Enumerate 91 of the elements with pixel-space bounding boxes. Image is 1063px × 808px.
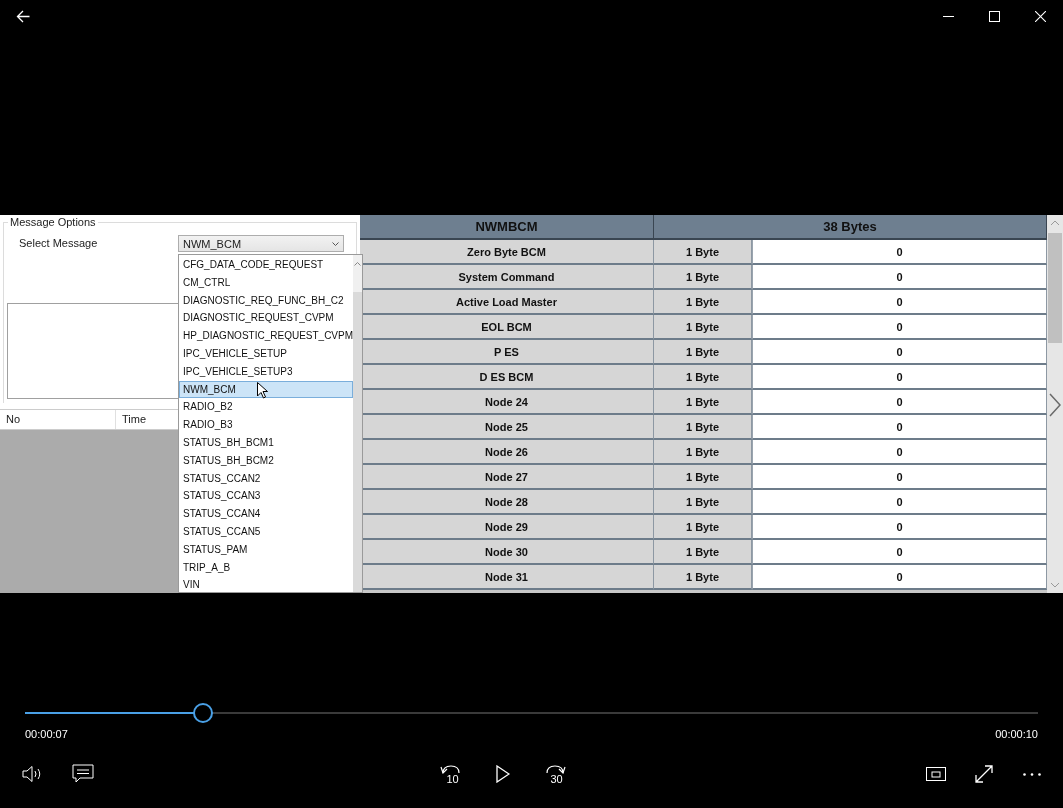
cursor-icon	[257, 381, 268, 399]
column-header: 38 Bytes	[654, 215, 1047, 240]
field-name-cell: Node 26	[360, 440, 654, 465]
chevron-down-icon	[332, 241, 339, 246]
field-value-cell[interactable]: 0	[752, 290, 1047, 315]
rewind-arrow-icon	[439, 763, 462, 774]
forward-arrow-icon	[543, 763, 566, 774]
field-size-cell: 1 Byte	[654, 540, 752, 565]
field-size-cell: 1 Byte	[654, 490, 752, 515]
field-size-cell: 1 Byte	[654, 390, 752, 415]
seek-bar-thumb[interactable]	[193, 703, 214, 723]
dropdown-option[interactable]: RADIO_B2	[179, 398, 354, 417]
dropdown-option[interactable]: HP_DIAGNOSTIC_REQUEST_CVPM	[179, 327, 354, 345]
chevron-up-icon	[354, 261, 361, 266]
field-size-cell: 1 Byte	[654, 440, 752, 465]
field-size-cell: 1 Byte	[654, 565, 752, 590]
dropdown-option[interactable]: TRIP_A_B	[179, 558, 354, 577]
play-icon	[495, 765, 510, 783]
field-value-cell[interactable]: 0	[752, 540, 1047, 565]
close-icon	[1034, 11, 1046, 22]
expand-arrows-icon	[975, 765, 993, 783]
field-size-cell: 1 Byte	[654, 515, 752, 540]
scrollbar-thumb[interactable]	[353, 272, 362, 292]
field-name-cell: System Command	[360, 265, 654, 290]
field-name-cell: EOL BCM	[360, 315, 654, 340]
dropdown-option[interactable]: STATUS_CCAN5	[179, 522, 354, 541]
dropdown-option[interactable]: IPC_VEHICLE_SETUP3	[179, 362, 354, 381]
skip-forward-button[interactable]: 30	[534, 756, 575, 792]
select-message-label: Select Message	[19, 237, 98, 249]
mini-view-icon	[926, 767, 946, 781]
dropdown-option[interactable]: STATUS_CCAN2	[179, 469, 354, 488]
speech-bubble-icon	[72, 764, 94, 784]
field-name-cell: Node 30	[360, 540, 654, 565]
field-value-cell[interactable]: 0	[752, 390, 1047, 415]
field-name-cell: Node 25	[360, 415, 654, 440]
dropdown-option[interactable]: DIAGNOSTIC_REQUEST_CVPM	[179, 309, 354, 328]
skip-back-button[interactable]: 10	[430, 756, 471, 792]
field-size-cell: 1 Byte	[654, 290, 752, 315]
field-size-cell: 1 Byte	[654, 415, 752, 440]
dropdown-option[interactable]: STATUS_CCAN4	[179, 505, 354, 523]
dropdown-option[interactable]: STATUS_BH_BCM1	[179, 433, 354, 452]
scrollbar[interactable]	[353, 255, 362, 592]
scrollbar-thumb[interactable]	[1048, 233, 1062, 343]
field-name-cell: Node 28	[360, 490, 654, 515]
group-title: Message Options	[8, 216, 98, 228]
dropdown-option[interactable]: CFG_DATA_CODE_REQUEST	[179, 256, 354, 274]
dropdown-option[interactable]: RADIO_B3	[179, 416, 354, 434]
field-value-cell[interactable]: 0	[752, 440, 1047, 465]
field-size-cell: 1 Byte	[654, 265, 752, 290]
field-name-cell: Node 31	[360, 565, 654, 590]
field-value-cell[interactable]: 0	[752, 465, 1047, 490]
dropdown-option[interactable]: VIN	[179, 576, 354, 595]
dropdown-option[interactable]: IPC_VEHICLE_SETUP	[179, 345, 354, 363]
field-value-cell[interactable]: 0	[752, 490, 1047, 515]
scrollbar[interactable]	[1047, 215, 1063, 593]
field-size-cell: 1 Byte	[654, 340, 752, 365]
field-name-cell: Node 29	[360, 515, 654, 540]
dropdown-option[interactable]: NWM_BCM	[179, 380, 354, 399]
field-value-cell[interactable]: 0	[752, 315, 1047, 340]
dropdown-option[interactable]: DIAGNOSTIC_REQ_FUNC_BH_C2	[179, 291, 354, 310]
back-arrow-icon	[16, 10, 30, 23]
next-chevron-icon[interactable]	[1049, 393, 1061, 417]
field-name-cell: P ES	[360, 340, 654, 365]
dropdown-option[interactable]: STATUS_BH_BCM2	[179, 451, 354, 470]
field-name-cell: Node 27	[360, 465, 654, 490]
dropdown-option[interactable]: CM_CTRL	[179, 273, 354, 292]
more-icon	[1023, 772, 1041, 776]
message-select[interactable]: NWM_BCM	[178, 235, 344, 252]
field-value-cell[interactable]: 0	[752, 415, 1047, 440]
dropdown-option[interactable]: STATUS_CCAN3	[179, 487, 354, 506]
column-header[interactable]: No	[0, 410, 116, 429]
field-name-cell: Active Load Master	[360, 290, 654, 315]
elapsed-time: 00:00:07	[25, 728, 68, 740]
maximize-icon	[988, 11, 1000, 22]
field-value-cell[interactable]: 0	[752, 365, 1047, 390]
dropdown-option[interactable]: STATUS_PAM	[179, 540, 354, 559]
field-size-cell: 1 Byte	[654, 465, 752, 490]
field-size-cell: 1 Byte	[654, 365, 752, 390]
field-value-cell[interactable]: 0	[752, 240, 1047, 265]
field-name-cell: Node 24	[360, 390, 654, 415]
field-size-cell: 1 Byte	[654, 240, 752, 265]
field-size-cell: 1 Byte	[654, 315, 752, 340]
field-value-cell[interactable]: 0	[752, 515, 1047, 540]
minimize-icon	[942, 16, 954, 17]
total-time: 00:00:10	[995, 728, 1038, 740]
field-value-cell[interactable]: 0	[752, 265, 1047, 290]
field-name-cell: D ES BCM	[360, 365, 654, 390]
column-header: NWMBCM	[360, 215, 654, 240]
field-value-cell[interactable]: 0	[752, 565, 1047, 590]
field-value-cell[interactable]: 0	[752, 340, 1047, 365]
field-name-cell: Zero Byte BCM	[360, 240, 654, 265]
